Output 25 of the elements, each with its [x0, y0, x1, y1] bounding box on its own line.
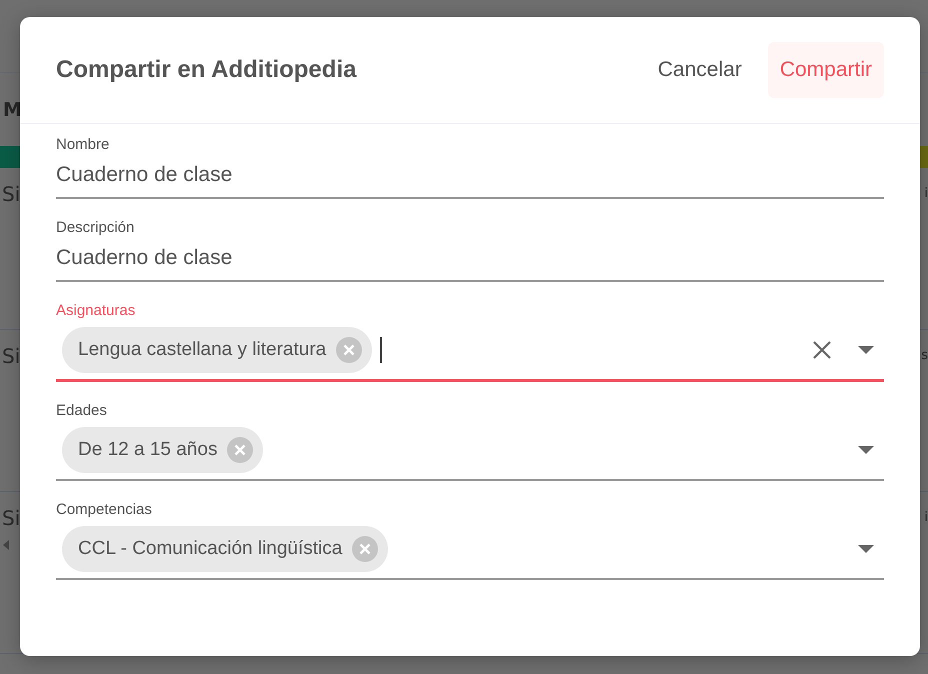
row-text: Si: [2, 506, 20, 530]
select-field[interactable]: Competencias CCL - Comunicación lingüística: [56, 501, 884, 580]
tag-chip: De 12 a 15 años: [62, 427, 264, 473]
field-label: Descripción: [56, 219, 136, 236]
tag-chip: Lengua castellana y literatura: [62, 327, 372, 373]
tag-chip: CCL - Comunicación lingüística: [62, 526, 388, 572]
cancel-button[interactable]: Cancelar: [646, 42, 754, 98]
select-field[interactable]: Asignaturas Lengua castellana y literatura: [56, 302, 884, 382]
text-cursor: [380, 337, 382, 363]
dropdown-arrow-icon[interactable]: [858, 545, 874, 553]
dropdown-arrow-icon[interactable]: [858, 446, 874, 454]
row-text: i: [924, 185, 928, 201]
field-label: Nombre: [56, 136, 110, 153]
page-heading: M: [3, 98, 22, 120]
row-text: i: [924, 509, 928, 525]
field-label: Competencias: [56, 501, 153, 518]
dropdown-arrow-icon[interactable]: [858, 346, 874, 354]
row-text: Si: [2, 182, 20, 206]
dialog-title: Compartir en Additiopedia: [56, 56, 358, 84]
row-text: s: [921, 347, 928, 363]
field-label: Edades: [56, 402, 108, 419]
select-field[interactable]: Edades De 12 a 15 años: [56, 402, 884, 481]
field-label: Asignaturas: [56, 302, 136, 319]
row-text: Si: [2, 344, 20, 368]
clear-icon[interactable]: [812, 340, 832, 360]
